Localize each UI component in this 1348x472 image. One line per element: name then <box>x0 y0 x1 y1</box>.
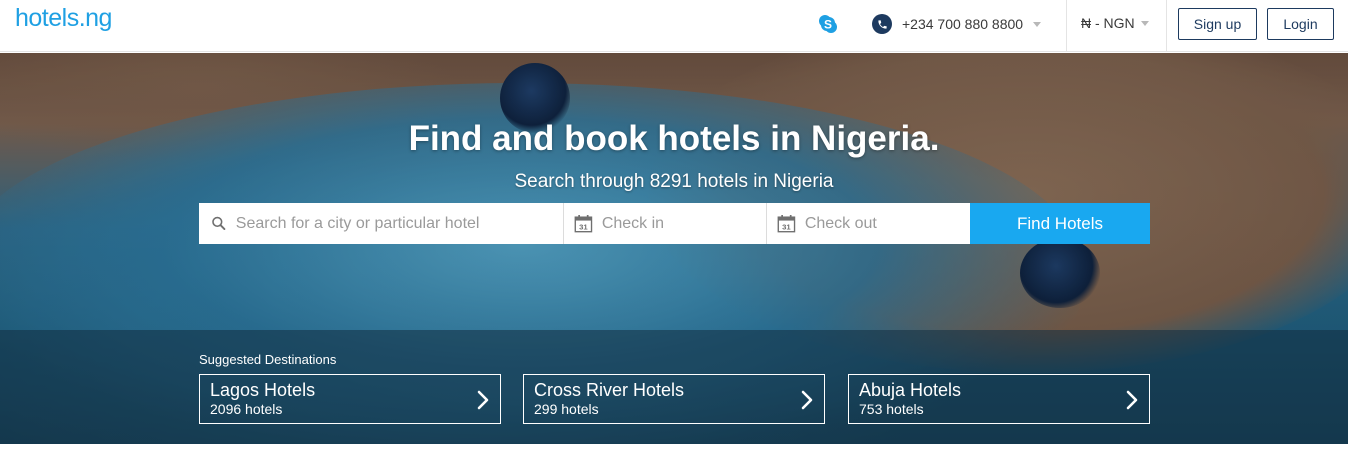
destination-card-lagos[interactable]: Lagos Hotels 2096 hotels <box>199 374 501 424</box>
calendar-icon: 31 <box>777 214 796 232</box>
chevron-right-icon <box>801 390 813 410</box>
hero-subtitle: Search through 8291 hotels in Nigeria <box>514 171 834 192</box>
svg-text:S: S <box>824 18 832 32</box>
find-hotels-button[interactable]: Find Hotels <box>970 203 1150 244</box>
hero-banner: Find and book hotels in Nigeria. Search … <box>0 53 1348 444</box>
checkout-input[interactable] <box>804 214 970 233</box>
site-header: hotels.ng S +234 700 880 8800 ₦ - NGN Si… <box>0 0 1348 52</box>
suggested-destinations: Suggested Destinations Lagos Hotels 2096… <box>0 330 1348 444</box>
phone-icon <box>872 14 892 34</box>
destination-hotel-count: 753 hotels <box>859 401 924 417</box>
city-search-input[interactable] <box>235 214 563 233</box>
calendar-icon: 31 <box>574 214 593 232</box>
chevron-right-icon <box>1126 390 1138 410</box>
search-bar: 31 31 Find Hotels <box>199 203 1150 244</box>
currency-label: ₦ - NGN <box>1081 15 1135 31</box>
calendar-day: 31 <box>782 222 791 231</box>
caret-down-icon <box>1140 20 1149 26</box>
calendar-day: 31 <box>579 222 588 231</box>
destination-name: Abuja Hotels <box>859 380 962 400</box>
caret-down-icon <box>1033 21 1042 27</box>
login-button[interactable]: Login <box>1267 8 1334 40</box>
header-divider <box>1166 0 1167 52</box>
destination-hotel-count: 2096 hotels <box>210 401 283 417</box>
destination-name: Lagos Hotels <box>210 380 316 400</box>
destination-hotel-count: 299 hotels <box>534 401 599 417</box>
search-icon <box>212 216 226 230</box>
checkin-field[interactable]: 31 <box>564 203 767 244</box>
city-search-field[interactable] <box>199 203 564 244</box>
destination-card-abuja[interactable]: Abuja Hotels 753 hotels <box>848 374 1150 424</box>
phone-menu[interactable]: +234 700 880 8800 <box>872 13 1042 35</box>
site-logo[interactable]: hotels.ng <box>15 4 112 33</box>
skype-icon[interactable]: S <box>818 14 838 34</box>
suggested-destinations-label: Suggested Destinations <box>199 352 337 367</box>
checkout-field[interactable]: 31 <box>767 203 970 244</box>
header-divider <box>1066 0 1067 52</box>
chevron-right-icon <box>477 390 489 410</box>
destination-name: Cross River Hotels <box>534 380 685 400</box>
phone-number: +234 700 880 8800 <box>902 16 1024 32</box>
checkin-input[interactable] <box>601 214 766 233</box>
signup-button[interactable]: Sign up <box>1178 8 1257 40</box>
hero-title: Find and book hotels in Nigeria. <box>408 119 940 158</box>
currency-selector[interactable]: ₦ - NGN <box>1081 15 1149 31</box>
destination-card-cross-river[interactable]: Cross River Hotels 299 hotels <box>523 374 825 424</box>
